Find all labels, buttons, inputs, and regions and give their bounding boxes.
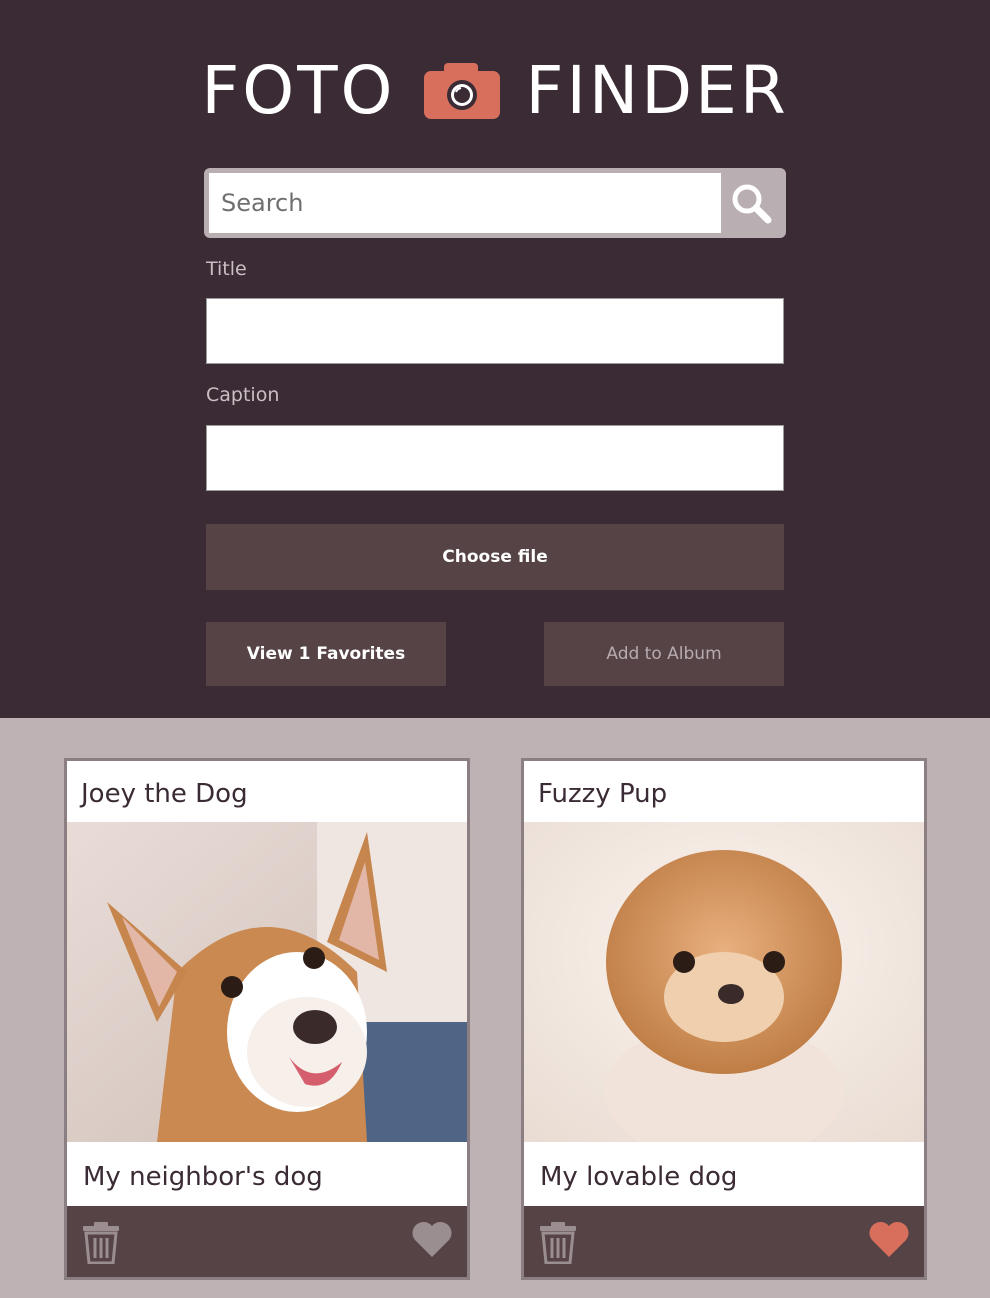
trash-icon (83, 1222, 119, 1265)
title-label: Title (206, 258, 247, 280)
search-button[interactable] (721, 173, 781, 233)
delete-button[interactable] (538, 1222, 578, 1268)
search-bar (204, 168, 786, 238)
logo-text-left: FOTO (201, 51, 396, 129)
photo-card: Fuzzy Pup My lovable dog (521, 758, 927, 1280)
trash-icon (540, 1222, 576, 1265)
search-input[interactable] (209, 173, 721, 233)
heart-icon (869, 1221, 909, 1257)
search-icon (732, 184, 772, 224)
title-field[interactable] (206, 298, 784, 364)
add-to-album-button[interactable]: Add to Album (544, 622, 784, 686)
heart-icon (412, 1221, 452, 1257)
caption-label: Caption (206, 384, 280, 406)
card-title[interactable]: Joey the Dog (67, 761, 467, 822)
logo-text-right: FINDER (525, 51, 789, 129)
app-header: FOTO FINDER Title Caption Choose file Vi… (0, 0, 990, 718)
card-footer (67, 1206, 467, 1277)
card-caption[interactable]: My neighbor's dog (67, 1142, 467, 1206)
delete-button[interactable] (81, 1222, 121, 1268)
card-photo (67, 822, 467, 1142)
view-favorites-button[interactable]: View 1 Favorites (206, 622, 446, 686)
photo-card: Joey the Dog My neighbor's dog (64, 758, 470, 1280)
app-logo: FOTO FINDER (0, 50, 990, 130)
caption-field[interactable] (206, 425, 784, 491)
favorite-button[interactable] (411, 1220, 453, 1262)
card-title[interactable]: Fuzzy Pup (524, 761, 924, 822)
camera-icon (422, 60, 502, 120)
card-photo (524, 822, 924, 1142)
choose-file-button[interactable]: Choose file (206, 524, 784, 590)
card-caption[interactable]: My lovable dog (524, 1142, 924, 1206)
card-footer (524, 1206, 924, 1277)
favorite-button[interactable] (868, 1220, 910, 1262)
